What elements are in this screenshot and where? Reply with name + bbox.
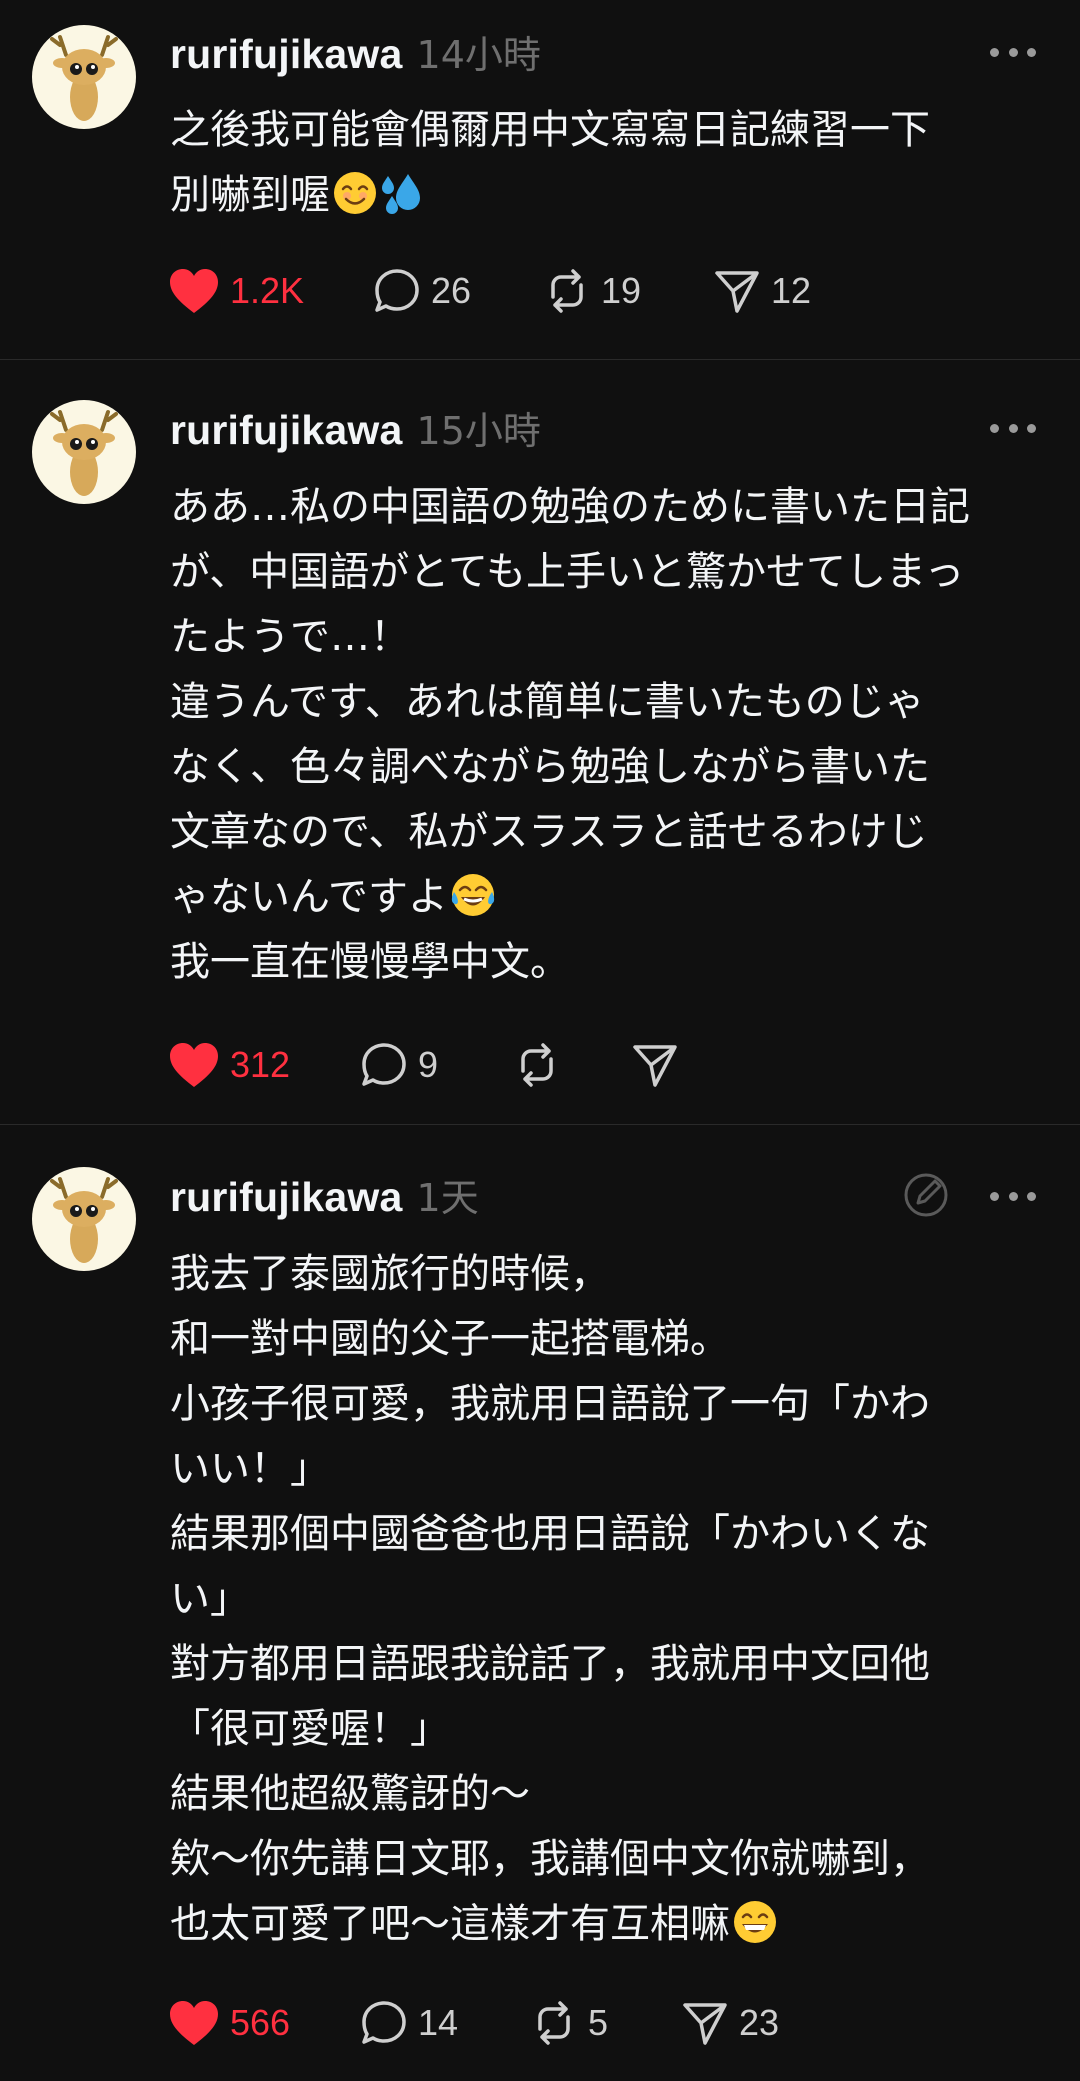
comment-icon xyxy=(362,1043,406,1086)
text-line: 我去了泰國旅行的時候， xyxy=(170,1251,610,1297)
comment-icon xyxy=(375,269,419,312)
username[interactable]: rurifujikawa xyxy=(170,407,403,454)
like-count: 312 xyxy=(230,1044,291,1085)
comment-button[interactable]: 9 xyxy=(360,1037,438,1093)
username[interactable]: rurifujikawa xyxy=(170,1174,403,1221)
deer-mascot-icon xyxy=(50,1177,118,1263)
repost-icon xyxy=(551,269,583,313)
text-line: 違うんです、あれは簡単に書いたものじゃ xyxy=(170,679,925,725)
text-line: が、中国語がとても上手いと驚かせてしまっ xyxy=(170,549,965,595)
repost-button[interactable]: 19 xyxy=(543,263,641,319)
like-button[interactable]: 1.2K xyxy=(168,263,304,319)
post-2: rurifujikawa 15小時 ああ…私の中国語の勉強のために書いた日記 が… xyxy=(0,360,1080,1124)
post-text: 我去了泰國旅行的時候， 和一對中國的父子一起搭電梯。 小孩子很可愛，我就用日語說… xyxy=(170,1242,1050,1957)
text-line: 結果那個中國爸爸也用日語說「かわいくな xyxy=(170,1511,930,1557)
avatar[interactable] xyxy=(32,1167,136,1271)
deer-mascot-icon xyxy=(50,35,118,121)
more-options-icon[interactable] xyxy=(990,422,1036,434)
deer-mascot-icon xyxy=(50,410,118,496)
more-options-icon[interactable] xyxy=(990,46,1036,58)
text-line: ああ…私の中国語の勉強のために書いた日記 xyxy=(170,484,970,530)
text-line: 「很可愛喔！」 xyxy=(170,1706,450,1752)
repost-count: 19 xyxy=(601,270,642,311)
post-header: rurifujikawa 1天 xyxy=(170,1167,479,1223)
text-line: なく、色々調べながら勉強しながら書いた xyxy=(170,744,930,790)
avatar[interactable] xyxy=(32,400,136,504)
smiling-face-icon xyxy=(334,172,376,214)
text-line: い」 xyxy=(170,1576,250,1622)
text-line: 和一對中國的父子一起搭電梯。 xyxy=(170,1316,730,1362)
repost-count: 5 xyxy=(588,2002,609,2043)
like-count: 566 xyxy=(230,2002,291,2043)
comment-count: 9 xyxy=(418,1044,439,1085)
text-line: たようで…！ xyxy=(170,614,410,660)
comment-button[interactable]: 26 xyxy=(373,263,471,319)
like-button[interactable]: 312 xyxy=(168,1037,290,1093)
timestamp: 14小時 xyxy=(416,33,541,77)
text-line: 文章なので、私がスラスラと話せるわけじ xyxy=(170,809,928,855)
comment-button[interactable]: 14 xyxy=(360,1995,458,2051)
action-bar: 1.2K 26 19 12 xyxy=(168,263,868,319)
post-header: rurifujikawa 15小時 xyxy=(170,400,541,456)
sweat-droplets-icon xyxy=(382,174,420,214)
text-line: 欸～你先講日文耶，我講個中文你就嚇到， xyxy=(170,1836,930,1882)
text-line: ゃないんですよ xyxy=(170,865,1050,930)
post-header: rurifujikawa 14小時 xyxy=(170,24,541,80)
post-text: ああ…私の中国語の勉強のために書いた日記 が、中国語がとても上手いと驚かせてしま… xyxy=(170,475,1050,995)
text-line: 小孩子很可愛，我就用日語說了一句「かわ xyxy=(170,1381,930,1427)
text-segment: 也太可愛了吧～這樣才有互相嘛 xyxy=(170,1901,730,1947)
text-line: 之後我可能會偶爾用中文寫寫日記練習一下 xyxy=(170,107,930,153)
grinning-face-icon xyxy=(734,1901,776,1943)
tears-of-joy-icon xyxy=(451,874,495,916)
share-button[interactable] xyxy=(631,1037,689,1093)
text-line: 對方都用日語跟我說話了，我就用中文回他 xyxy=(170,1641,930,1687)
repost-icon xyxy=(538,2001,570,2045)
repost-button[interactable]: 5 xyxy=(530,1995,608,2051)
send-icon xyxy=(715,271,759,313)
share-count: 23 xyxy=(739,2002,780,2043)
like-button[interactable]: 566 xyxy=(168,1995,290,2051)
avatar[interactable] xyxy=(32,25,136,129)
heart-filled-icon xyxy=(170,269,218,313)
share-count: 12 xyxy=(771,270,812,311)
repost-icon xyxy=(521,1043,553,1087)
timestamp: 15小時 xyxy=(416,409,541,453)
comment-count: 14 xyxy=(418,2002,459,2043)
username[interactable]: rurifujikawa xyxy=(170,31,403,78)
text-line: 我一直在慢慢學中文。 xyxy=(170,939,570,985)
post-3: rurifujikawa 1天 我去了泰國旅行的時候， 和一對中國的父子一起搭電… xyxy=(0,1125,1080,2081)
comment-icon xyxy=(362,2001,406,2044)
heart-filled-icon xyxy=(170,1043,218,1087)
like-count: 1.2K xyxy=(230,270,305,311)
more-options-icon[interactable] xyxy=(990,1190,1036,1202)
send-icon xyxy=(633,1045,677,1087)
edit-icon[interactable] xyxy=(902,1171,950,1219)
heart-filled-icon xyxy=(170,2001,218,2045)
post-1: rurifujikawa 14小時 之後我可能會偶爾用中文寫寫日記練習一下 別嚇… xyxy=(0,0,1080,360)
text-line: いい！」 xyxy=(170,1446,330,1492)
share-button[interactable]: 23 xyxy=(681,1995,779,2051)
action-bar: 566 14 5 23 xyxy=(168,1995,868,2051)
text-segment: 別嚇到喔 xyxy=(170,172,330,218)
timestamp: 1天 xyxy=(416,1176,479,1220)
text-line: 別嚇到喔 xyxy=(170,163,1050,228)
text-line: 也太可愛了吧～這樣才有互相嘛 xyxy=(170,1892,1050,1957)
send-icon xyxy=(683,2003,727,2045)
text-line: 結果他超級驚訝的～ xyxy=(170,1771,530,1817)
comment-count: 26 xyxy=(431,270,472,311)
text-segment: ゃないんですよ xyxy=(170,874,448,920)
post-text: 之後我可能會偶爾用中文寫寫日記練習一下 別嚇到喔 xyxy=(170,98,1050,228)
repost-button[interactable] xyxy=(513,1037,571,1093)
share-button[interactable]: 12 xyxy=(713,263,811,319)
action-bar: 312 9 xyxy=(168,1037,868,1093)
